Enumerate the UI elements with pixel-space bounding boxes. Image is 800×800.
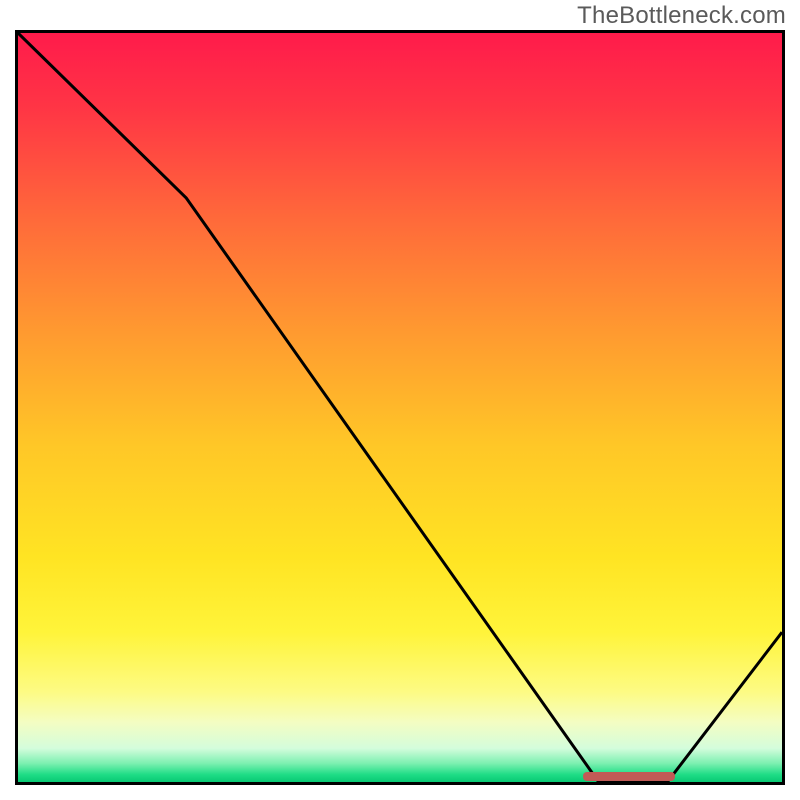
watermark-text: TheBottleneck.com (577, 2, 786, 30)
optimal-range-marker (583, 772, 675, 781)
bottleneck-curve (18, 33, 782, 782)
plot-frame (15, 30, 785, 785)
plot-area (18, 33, 782, 782)
chart-stage: TheBottleneck.com (0, 0, 800, 800)
